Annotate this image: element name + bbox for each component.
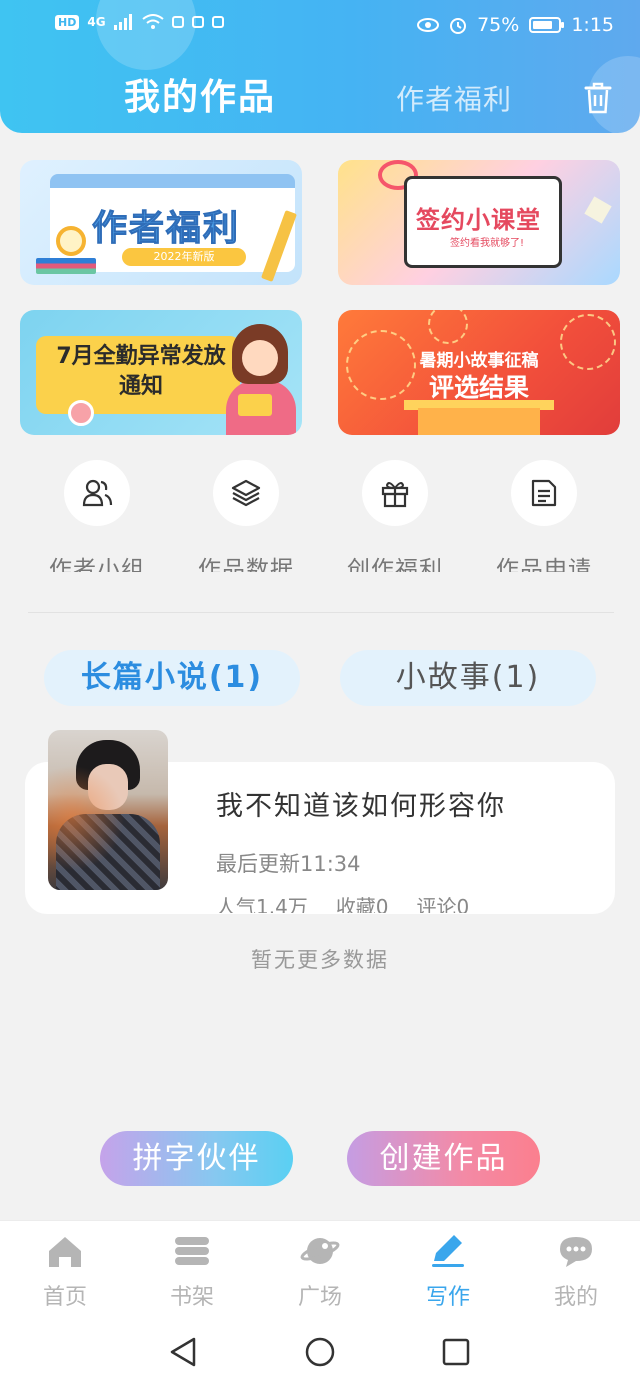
decor-cube (584, 196, 612, 224)
bottom-nav: 首页 书架 广场 写作 我的 (0, 1220, 640, 1316)
quick-action-label: 作品申请 (496, 557, 592, 572)
signal-icon (113, 14, 132, 30)
work-cover-image[interactable] (48, 730, 168, 890)
chat-icon (560, 1237, 592, 1267)
nav-writing[interactable]: 写作 (398, 1233, 498, 1311)
back-icon[interactable] (168, 1336, 198, 1368)
popularity-count: 人气1.4万 (216, 895, 308, 913)
banner-title: 作者福利 (91, 209, 241, 250)
planet-icon (300, 1238, 340, 1264)
girl-face (242, 340, 278, 376)
hd-badge: HD (55, 14, 80, 30)
users-icon (64, 460, 130, 526)
clock-time: 1:15 (571, 14, 614, 36)
signal-label: 4G (87, 15, 106, 29)
eye-icon (417, 18, 440, 32)
favorites-count: 收藏0 (335, 895, 389, 913)
document-icon (511, 460, 577, 526)
tab-novel[interactable]: 长篇小说(1) (44, 650, 300, 706)
message-icon (211, 16, 224, 28)
work-title: 我不知道该如何形容你 (216, 791, 506, 822)
home-icon (49, 1237, 81, 1267)
alarm-icon (450, 18, 467, 34)
bookshelf-icon (175, 1237, 209, 1265)
nav-bookshelf[interactable]: 书架 (142, 1233, 242, 1311)
nav-label: 首页 (42, 1285, 87, 1310)
create-work-button[interactable]: 创建作品 (347, 1131, 540, 1186)
pen-icon (432, 1235, 464, 1267)
quick-action-label: 作者小组 (49, 557, 145, 572)
layers-icon (213, 460, 279, 526)
firework-decor (428, 310, 468, 344)
gift-icon (362, 460, 428, 526)
quick-action-creative-benefits[interactable]: 创作福利 (330, 460, 460, 572)
app-notification-icon (191, 16, 204, 28)
banner-attendance-notice[interactable]: 7月全勤异常发放通知 (20, 310, 302, 435)
banner-title: 签约小课堂 (416, 206, 541, 234)
nav-me[interactable]: 我的 (526, 1233, 626, 1311)
books-icon (36, 258, 96, 274)
banner-story-contest[interactable]: 暑期小故事征稿 评选结果 (338, 310, 620, 435)
trash-icon[interactable] (584, 82, 612, 114)
nav-label: 我的 (553, 1285, 598, 1310)
clock-icon (56, 226, 86, 256)
comments-count: 评论0 (416, 895, 470, 913)
battery-icon (529, 17, 565, 33)
writing-partner-button[interactable]: 拼字伙伴 (100, 1131, 293, 1186)
tab-author-benefits[interactable]: 作者福利 (396, 78, 512, 118)
book-icon (238, 394, 272, 416)
nav-label: 书架 (169, 1285, 214, 1310)
banner-title: 7月全勤异常发放通知 (56, 344, 226, 399)
nav-home[interactable]: 首页 (15, 1233, 115, 1311)
divider (28, 612, 614, 613)
status-bar: HD 4G 75% 1:15 (0, 0, 640, 50)
quick-action-label: 作品数据 (198, 557, 294, 572)
tab-short-story[interactable]: 小故事(1) (340, 650, 596, 706)
battery-percent: 75% (477, 14, 520, 36)
wifi-icon (141, 14, 164, 29)
banner-subtitle: 签约看我就够了! (450, 238, 525, 249)
stage-base (418, 408, 540, 435)
quick-action-label: 创作福利 (347, 557, 443, 572)
notification-icon (171, 16, 184, 28)
app-header: HD 4G 75% 1:15 我的作品 作者福利 (0, 0, 640, 133)
system-nav-bar (0, 1316, 640, 1387)
tab-my-works[interactable]: 我的作品 (124, 68, 276, 120)
banner-subtitle: 评选结果 (428, 373, 529, 402)
no-more-data-text: 暂无更多数据 (251, 948, 389, 972)
flask-icon (68, 400, 94, 426)
home-circle-icon[interactable] (304, 1336, 336, 1368)
recents-icon[interactable] (442, 1338, 470, 1366)
work-updated-time: 最后更新11:34 (216, 852, 361, 876)
nav-label: 广场 (297, 1285, 342, 1310)
work-stats: 人气1.4万 收藏0 评论0 (216, 891, 469, 913)
nav-label: 写作 (425, 1285, 470, 1310)
quick-action-author-group[interactable]: 作者小组 (32, 460, 162, 572)
quick-action-work-application[interactable]: 作品申请 (479, 460, 609, 572)
banner-subtitle: 2022年新版 (122, 248, 246, 266)
banner-signing-class[interactable]: 签约小课堂 签约看我就够了! (338, 160, 620, 285)
nav-square[interactable]: 广场 (270, 1233, 370, 1311)
banner-author-benefits[interactable]: 作者福利 2022年新版 (20, 160, 302, 285)
quick-action-work-data[interactable]: 作品数据 (181, 460, 311, 572)
